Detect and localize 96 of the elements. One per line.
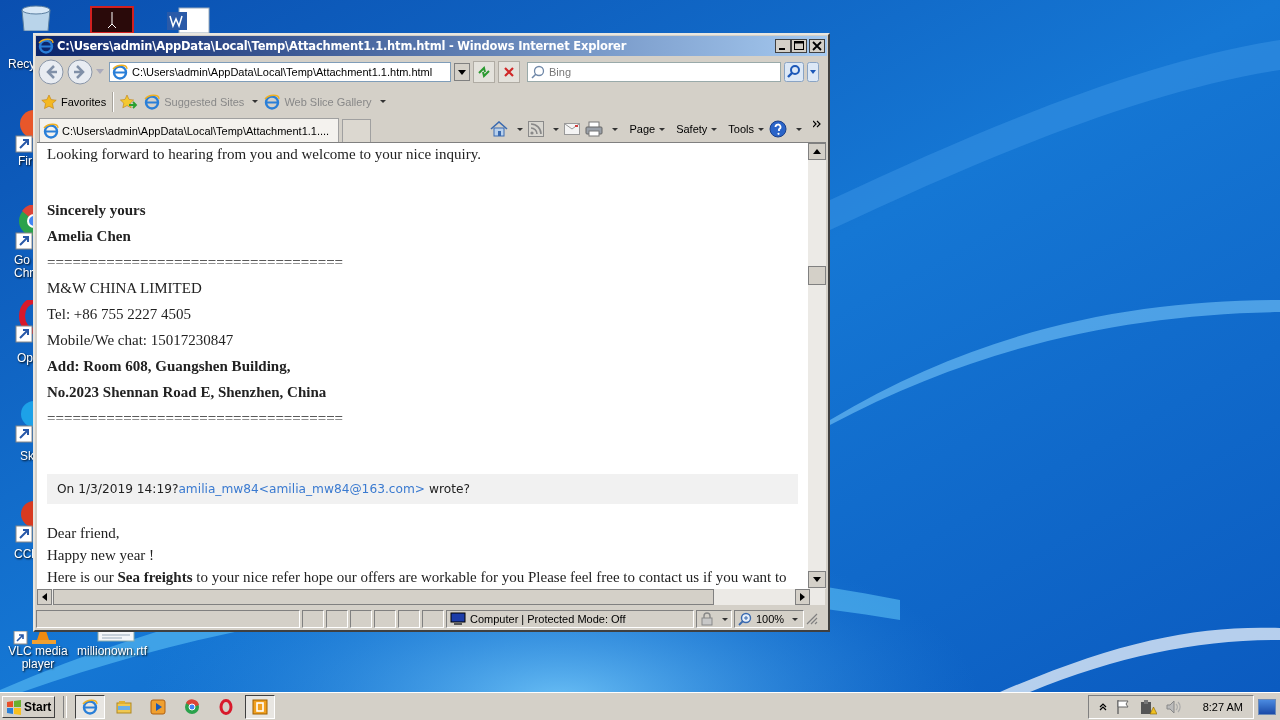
desktop-icon-label[interactable]: Go Chr [14, 254, 34, 280]
search-icon [531, 65, 545, 80]
quote-text: wrote? [429, 482, 470, 497]
clock[interactable]: 8:27 AM [1202, 700, 1243, 713]
forward-icon[interactable] [67, 59, 93, 86]
windows-logo-icon [6, 698, 22, 715]
minimize-icon[interactable] [775, 38, 791, 53]
maximize-icon[interactable] [791, 38, 807, 53]
chevron-up-icon[interactable] [1098, 702, 1107, 711]
desktop-icon-label[interactable]: Op [17, 352, 33, 365]
chrome-icon [184, 698, 201, 715]
printer-icon[interactable] [585, 121, 604, 138]
opera-shortcut-icon[interactable] [14, 300, 34, 344]
caret-icon [612, 127, 619, 131]
caret-icon [758, 127, 764, 131]
ie-icon [264, 93, 281, 110]
recycle-bin-icon[interactable] [18, 4, 54, 31]
mail-icon[interactable] [564, 123, 581, 136]
horizontal-scrollbar[interactable] [37, 589, 825, 606]
desktop-icon-label[interactable]: VLC media player [8, 645, 68, 671]
word-document-icon[interactable] [165, 6, 211, 33]
vertical-scrollbar[interactable] [808, 143, 826, 590]
favorites-button[interactable]: Favorites [41, 93, 107, 110]
start-button[interactable]: Start [2, 695, 56, 718]
signature-line: =================================== [47, 253, 345, 273]
skype-shortcut-icon[interactable] [14, 398, 34, 444]
ie-icon [38, 37, 54, 54]
paragraph: Here is our Sea freights to your nice refer hope our offers are workable for you Please feel free to contact us if you want to [47, 568, 788, 588]
caret-icon [252, 100, 259, 104]
signature-line: Amelia Chen [47, 227, 132, 247]
desktop-icon-label[interactable]: CCl [14, 548, 34, 561]
caret-icon [659, 127, 666, 131]
status-panel [398, 610, 420, 629]
caret-icon [553, 127, 560, 131]
zoom-icon [738, 612, 752, 627]
ccleaner-shortcut-icon[interactable] [14, 498, 34, 544]
menu-button[interactable]: Tools [728, 123, 764, 136]
status-panel [350, 610, 372, 629]
paragraph: Happy new year ! [47, 546, 156, 566]
ie-icon [43, 122, 59, 139]
status-panel [302, 610, 324, 629]
menu-button[interactable]: Page [629, 123, 666, 136]
resize-grip-icon[interactable] [806, 613, 818, 626]
caret-icon [379, 100, 386, 104]
show-desktop-button[interactable] [1258, 698, 1276, 715]
ie-icon [112, 64, 128, 81]
taskbar-button[interactable] [75, 694, 106, 719]
flag-icon[interactable] [1114, 698, 1131, 715]
computer-icon [450, 612, 466, 627]
close-icon[interactable] [809, 38, 825, 53]
zone-text: Computer | Protected Mode: Off [470, 613, 626, 626]
search-icon[interactable] [784, 62, 804, 83]
signature-line: M&W CHINA LIMITED [47, 279, 203, 299]
signature-line: No.2023 Shennan Road E, Shenzhen, China [47, 383, 328, 403]
dropdown-icon[interactable] [454, 63, 470, 82]
address-field[interactable]: C:\Users\admin\AppData\Local\Temp\Attachment1.1.htm.html [109, 62, 451, 83]
browser-tab[interactable]: C:\Users\admin\AppData\Local\Temp\Attachment1.1.... [39, 118, 339, 143]
desktop-icon-label[interactable]: Sk [20, 450, 34, 463]
opera-icon [218, 698, 235, 715]
signature-line: Add: Room 608, Guangshen Building, [47, 357, 292, 377]
menu-button[interactable]: Safety [676, 123, 718, 136]
star-icon [41, 93, 57, 110]
signature-line: Sincerely yours [47, 201, 147, 221]
new-tab-button[interactable] [342, 119, 371, 143]
caret-icon [792, 617, 799, 621]
paragraph: Dear friend, [47, 524, 121, 544]
email-link[interactable]: amilia_mw84<amilia_mw84@163.com> [178, 482, 425, 497]
signature-line: =================================== [47, 409, 345, 429]
status-panel [422, 610, 444, 629]
status-panel [326, 610, 348, 629]
status-panel [374, 610, 396, 629]
caret-icon [711, 127, 718, 131]
stop-icon[interactable] [498, 61, 520, 84]
signature-line: Mobile/We chat: 15017230847 [47, 331, 235, 351]
caret-icon [517, 127, 524, 131]
caret-icon [722, 617, 728, 621]
window-title: C:\Users\admin\AppData\Local\Temp\Attachment1.1.htm.html - Windows Internet Explorer [57, 38, 628, 53]
home-icon[interactable] [490, 121, 509, 138]
network-warning-icon[interactable] [1138, 698, 1157, 715]
taskbar-button[interactable] [245, 694, 276, 719]
quote-date: On 1/3/2019 14:19? [57, 482, 179, 497]
caret-icon [796, 127, 802, 131]
paragraph: Looking forward to hearing from you and welcome to your nice inquiry. [47, 145, 482, 165]
chevron-icon[interactable] [813, 120, 821, 129]
ie-icon [82, 698, 99, 715]
back-icon[interactable] [38, 59, 64, 86]
search-field[interactable]: Bing [527, 62, 781, 83]
square-app-icon [252, 698, 269, 715]
signature-line: Tel: +86 755 2227 4505 [47, 305, 193, 325]
media-player-icon [150, 698, 167, 715]
zoom-control[interactable]: 100% [734, 610, 804, 629]
ie-icon [144, 93, 161, 110]
folder-icon [116, 698, 133, 715]
desktop-icon-label[interactable]: Fir [18, 155, 32, 168]
firefox-shortcut-icon[interactable] [14, 110, 34, 154]
help-icon[interactable] [769, 120, 787, 139]
